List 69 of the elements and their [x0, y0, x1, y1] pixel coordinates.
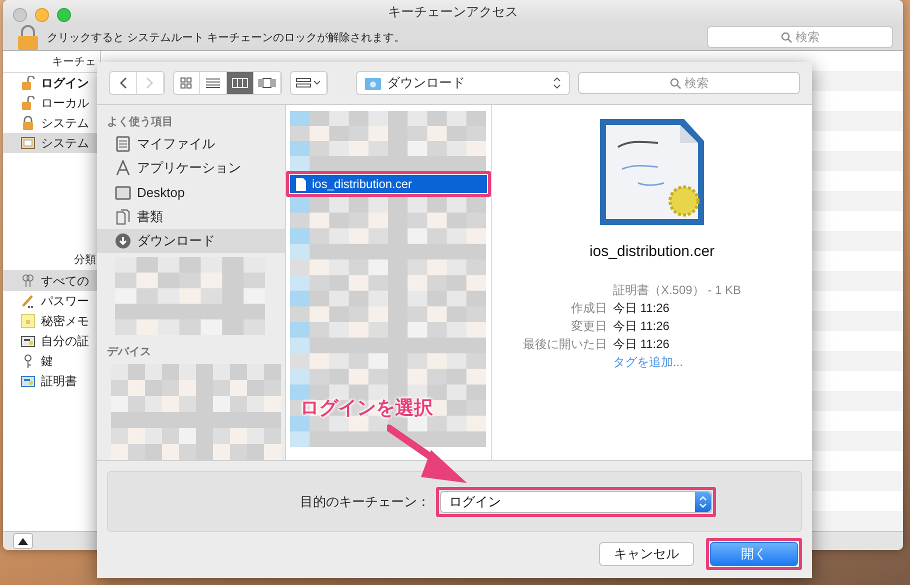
chevron-right-icon: [146, 77, 154, 89]
annotation-text: ログインを選択: [300, 397, 433, 421]
padlock-icon: [21, 116, 35, 130]
lock-message: クリックすると システムルート キーチェーンのロックが解除されます。: [47, 30, 406, 45]
category-item[interactable]: 鍵: [3, 351, 100, 372]
meta-label: 作成日: [570, 300, 607, 317]
section-header: よく使う項目: [106, 115, 174, 130]
note-icon: [21, 314, 35, 328]
padlock-icon[interactable]: [17, 24, 39, 50]
file-kind-size: 証明書（X.509） - 1 KB: [612, 282, 742, 299]
list-icon: [206, 78, 220, 88]
documents-icon: [115, 208, 131, 225]
meta-value: 今日 11:26: [612, 318, 670, 335]
keychain-item[interactable]: ローカル: [3, 93, 100, 114]
cancel-button[interactable]: キャンセル: [599, 542, 694, 566]
search-placeholder: 検索: [796, 28, 820, 46]
pencil-icon: [21, 294, 35, 308]
meta-value: 今日 11:26: [612, 336, 670, 353]
open-padlock-icon: [21, 76, 35, 90]
back-button[interactable]: [110, 72, 137, 94]
category-item[interactable]: 秘密メモ: [3, 311, 100, 332]
category-item[interactable]: 自分の証: [3, 331, 100, 352]
up-down-icon: [553, 77, 562, 89]
search-placeholder: 検索: [684, 74, 709, 92]
certificate-icon: [21, 374, 35, 388]
category-item[interactable]: パスワー: [3, 291, 100, 312]
apps-icon: [115, 160, 131, 176]
arrange-icon: [296, 78, 320, 88]
sidebar-item[interactable]: ダウンロード: [97, 228, 285, 254]
file-stack-icon: [115, 136, 131, 152]
chevron-left-icon: [118, 77, 127, 89]
show-info-button[interactable]: [13, 533, 33, 550]
keychain-item[interactable]: システム: [3, 133, 100, 154]
cover-flow-icon: [258, 78, 276, 88]
keychain-select[interactable]: ログイン: [440, 490, 712, 512]
sidebar-item[interactable]: Desktop: [97, 180, 285, 205]
grid-icon: [180, 77, 192, 89]
keys-icon: [21, 274, 35, 288]
keychain-item[interactable]: システム: [3, 113, 100, 134]
folder-icon: [365, 76, 381, 90]
file-row[interactable]: ios_distribution.cer: [290, 175, 487, 193]
sidebar-item[interactable]: アプリケーション: [97, 156, 285, 180]
keychain-item[interactable]: ログイン: [3, 73, 100, 94]
meta-label: 変更日: [570, 318, 607, 335]
meta-value: 今日 11:26: [612, 300, 670, 317]
preview-filename: ios_distribution.cer: [589, 243, 715, 260]
view-mode-button[interactable]: [227, 72, 254, 94]
meta-label: 最後に開いた日: [522, 336, 607, 353]
download-icon: [115, 232, 131, 249]
certificate-icon: [21, 334, 35, 348]
view-mode-button[interactable]: [174, 72, 200, 94]
triangle-icon: [18, 537, 28, 546]
path-label: ダウンロード: [387, 74, 466, 92]
keychain-label: 目的のキーチェーン：: [300, 492, 430, 510]
path-popup[interactable]: ダウンロード: [356, 71, 570, 95]
category-item[interactable]: 証明書: [3, 371, 100, 392]
desktop-icon: [115, 184, 131, 200]
window-title: キーチェーンアクセス: [388, 3, 518, 22]
category-item[interactable]: すべての: [3, 271, 100, 292]
section-header: デバイス: [106, 345, 152, 360]
cabinet-icon: [21, 136, 35, 150]
search-icon: [670, 78, 681, 88]
open-padlock-icon: [21, 96, 35, 110]
columns-icon: [232, 78, 248, 88]
search-icon: [780, 32, 792, 43]
up-down-icon: [699, 496, 707, 508]
document-icon: [296, 178, 306, 190]
sidebar-item[interactable]: マイファイル: [97, 132, 285, 156]
sidebar-item[interactable]: 書類: [97, 204, 285, 229]
